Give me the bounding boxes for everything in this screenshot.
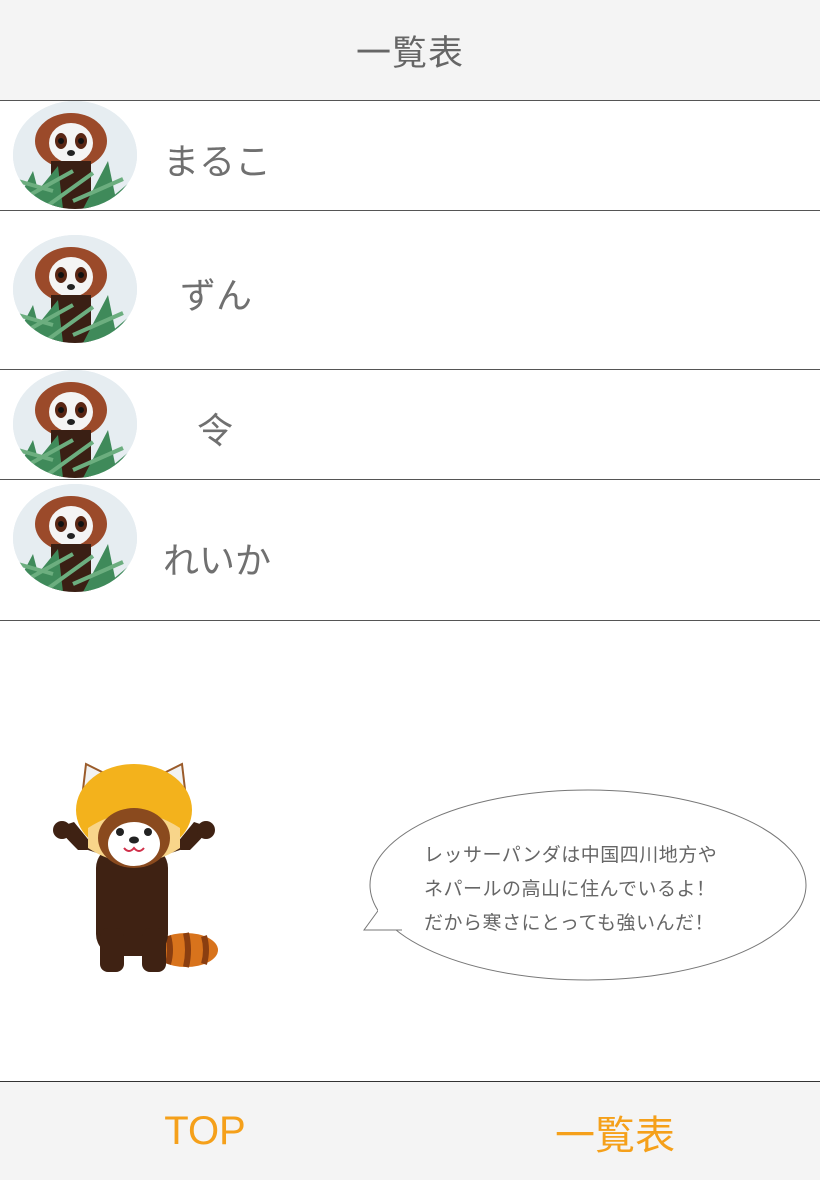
red-panda-photo-icon: [13, 484, 137, 592]
tab-top-label: TOP: [164, 1109, 246, 1153]
red-panda-photo-icon: [13, 235, 137, 343]
list-item-label: 令: [197, 411, 234, 452]
red-panda-avatar: [13, 370, 137, 478]
speech-line: ネパールの高山に住んでいるよ！: [424, 878, 716, 900]
tab-list-label: 一覧表: [555, 1113, 675, 1158]
list-item-label: まるこ: [163, 142, 272, 183]
red-panda-photo-icon: [13, 101, 137, 209]
list-item[interactable]: まるこ: [0, 101, 820, 211]
tab-bar: TOP 一覧表: [0, 1081, 820, 1180]
red-panda-avatar: [13, 235, 137, 343]
speech-bubble: レッサーパンダは中国四川地方や ネパールの高山に住んでいるよ！ だから寒さにとっ…: [360, 788, 810, 988]
navigation-bar: 一覧表: [0, 0, 820, 101]
list-item-label: れいか: [163, 541, 272, 582]
red-panda-avatar: [13, 101, 137, 209]
list-item-label: ずん: [180, 276, 253, 317]
speech-line: レッサーパンダは中国四川地方や: [424, 844, 718, 866]
page-title: 一覧表: [355, 33, 464, 74]
red-panda-mascot-icon: [53, 762, 218, 972]
red-panda-mascot-illustration: [48, 758, 220, 978]
tab-list[interactable]: 一覧表: [410, 1082, 820, 1180]
list-item[interactable]: 令: [0, 370, 820, 480]
list-item[interactable]: れいか: [0, 480, 820, 621]
panda-list: まるこ ずん 令 れいか: [0, 101, 820, 621]
tab-top[interactable]: TOP: [0, 1082, 410, 1180]
red-panda-photo-icon: [13, 370, 137, 478]
speech-bubble-text: レッサーパンダは中国四川地方や ネパールの高山に住んでいるよ！ だから寒さにとっ…: [424, 838, 754, 940]
list-item[interactable]: ずん: [0, 211, 820, 370]
red-panda-avatar: [13, 484, 137, 592]
speech-line: だから寒さにとっても強いんだ！: [424, 912, 715, 934]
